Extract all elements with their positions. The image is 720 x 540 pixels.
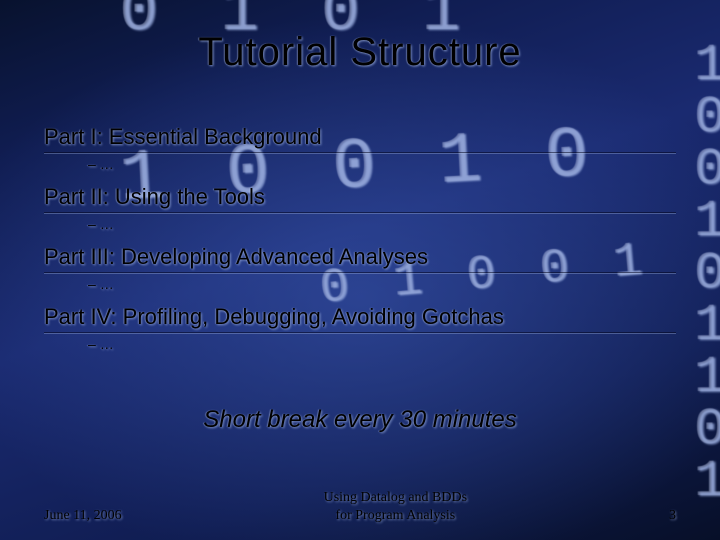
part-sub: … [44,213,676,242]
footer-page-number: 3 [669,508,676,524]
footer-date: June 11, 2006 [44,508,122,524]
slide-body: Part I: Essential Background … Part II: … [44,122,676,362]
part-sub: … [44,153,676,182]
part-heading: Part III: Developing Advanced Analyses [44,244,676,273]
decor-binary: 1 0 0 1 0 1 1 0 1 [695,40,720,508]
footer-title: Using Datalog and BDDs for Program Analy… [324,489,468,524]
slide-title: Tutorial Structure [0,30,720,75]
footer: June 11, 2006 Using Datalog and BDDs for… [44,489,676,524]
slide: 0 1 0 1 1 0 0 1 0 0 1 0 0 1 1 0 0 1 0 1 … [0,0,720,540]
break-note: Short break every 30 minutes [0,406,720,434]
footer-title-line2: for Program Analysis [335,508,455,523]
part-heading: Part IV: Profiling, Debugging, Avoiding … [44,304,676,333]
part-sub: … [44,333,676,362]
part-sub: … [44,273,676,302]
part-heading: Part I: Essential Background [44,124,676,153]
footer-title-line1: Using Datalog and BDDs [324,490,468,505]
part-heading: Part II: Using the Tools [44,184,676,213]
